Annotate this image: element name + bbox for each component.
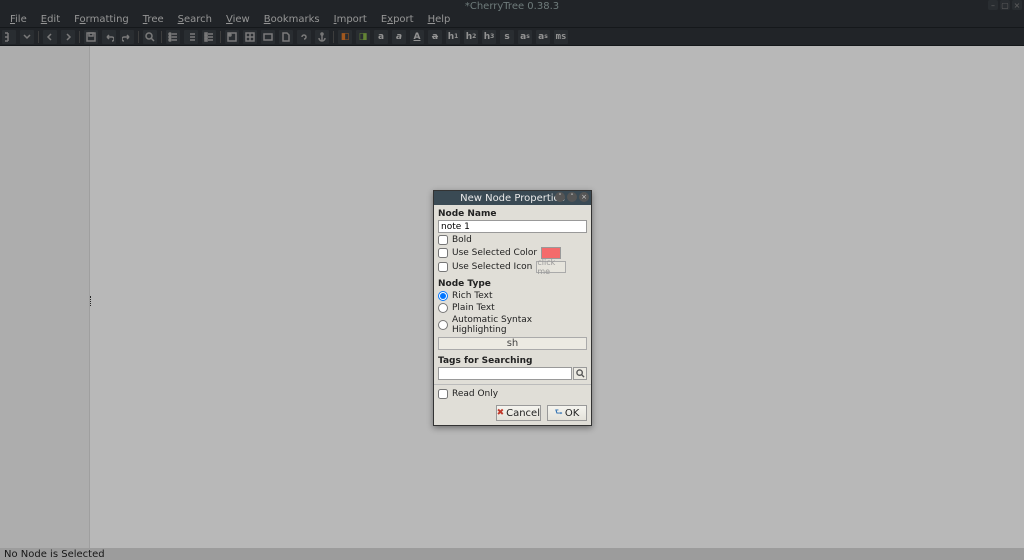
dialog-titlebar[interactable]: New Node Properties ˅ ˄ ×	[434, 191, 591, 205]
save-icon[interactable]	[84, 30, 98, 44]
maximize-icon[interactable]: ▢	[1000, 0, 1010, 10]
nav-back-icon[interactable]	[43, 30, 57, 44]
menu-view[interactable]: View	[220, 13, 256, 26]
node-type-plaintext-radio[interactable]	[438, 303, 448, 313]
icon-picker-button[interactable]: click me	[536, 261, 566, 273]
insert-anchor-icon[interactable]	[315, 30, 329, 44]
menu-search[interactable]: Search	[172, 13, 218, 26]
menu-help[interactable]: Help	[422, 13, 457, 26]
strike-icon[interactable]: a	[428, 30, 442, 44]
ok-icon: ⮑	[555, 405, 563, 421]
cancel-icon: ✖	[497, 408, 505, 418]
menu-tree[interactable]: Tree	[137, 13, 170, 26]
window-titlebar: *CherryTree 0.38.3 – ▢ ×	[0, 0, 1024, 12]
insert-codebox-icon[interactable]	[261, 30, 275, 44]
use-color-label: Use Selected Color	[452, 248, 537, 258]
statusbar: No Node is Selected	[0, 548, 1024, 560]
tags-input[interactable]	[438, 367, 572, 380]
menu-edit[interactable]: Edit	[35, 13, 66, 26]
node-name-input[interactable]	[438, 220, 587, 233]
undo-icon[interactable]	[102, 30, 116, 44]
small-icon[interactable]: s	[500, 30, 514, 44]
close-icon[interactable]: ×	[1012, 0, 1022, 10]
list-bullet-icon[interactable]	[166, 30, 180, 44]
insert-link-icon[interactable]	[297, 30, 311, 44]
redo-icon[interactable]	[120, 30, 134, 44]
cancel-button[interactable]: ✖ Cancel	[496, 405, 541, 421]
insert-image-icon[interactable]	[225, 30, 239, 44]
node-type-richtext-label: Rich Text	[452, 291, 492, 301]
nav-forward-icon[interactable]	[61, 30, 75, 44]
dialog-close-icon[interactable]: ×	[579, 192, 589, 202]
dialog-title: New Node Properties	[460, 193, 565, 204]
use-icon-checkbox[interactable]	[438, 262, 448, 272]
h3-icon[interactable]: h3	[482, 30, 496, 44]
subscript-icon[interactable]: as	[536, 30, 550, 44]
list-number-icon[interactable]	[184, 30, 198, 44]
toolbar-tree-icon[interactable]	[2, 30, 16, 44]
italic-icon[interactable]: a	[392, 30, 406, 44]
minimize-icon[interactable]: –	[988, 0, 998, 10]
node-type-syntax-radio[interactable]	[438, 320, 448, 330]
bold-label: Bold	[452, 235, 472, 245]
use-color-checkbox[interactable]	[438, 248, 448, 258]
insert-table-icon[interactable]	[243, 30, 257, 44]
readonly-checkbox[interactable]	[438, 389, 448, 399]
node-type-label: Node Type	[438, 279, 587, 289]
bold-icon[interactable]: a	[374, 30, 388, 44]
node-name-label: Node Name	[438, 209, 587, 219]
menu-bookmarks[interactable]: Bookmarks	[258, 13, 326, 26]
menu-file[interactable]: File	[4, 13, 33, 26]
search-icon[interactable]	[143, 30, 157, 44]
dialog-maximize-icon[interactable]: ˄	[567, 192, 577, 202]
menubar: File Edit Formatting Tree Search View Bo…	[0, 12, 1024, 28]
tags-search-button[interactable]	[573, 367, 587, 380]
new-node-dialog: New Node Properties ˅ ˄ × Node Name Bold…	[433, 190, 592, 426]
monospace-icon[interactable]: ms	[554, 30, 568, 44]
underline-icon[interactable]: A	[410, 30, 424, 44]
chevron-down-icon[interactable]	[20, 30, 34, 44]
node-type-richtext-radio[interactable]	[438, 291, 448, 301]
dialog-minimize-icon[interactable]: ˅	[555, 192, 565, 202]
superscript-icon[interactable]: as	[518, 30, 532, 44]
menu-formatting[interactable]: Formatting	[68, 13, 135, 26]
statusbar-message: No Node is Selected	[4, 549, 105, 560]
use-icon-label: Use Selected Icon	[452, 262, 532, 272]
bold-checkbox[interactable]	[438, 235, 448, 245]
text-caret	[90, 296, 91, 306]
insert-file-icon[interactable]	[279, 30, 293, 44]
color-fg-icon[interactable]: ◧	[338, 30, 352, 44]
readonly-label: Read Only	[452, 389, 498, 399]
toolbar: ◧ ◨ a a A a h1 h2 h3 s as as ms	[0, 28, 1024, 46]
ok-button[interactable]: ⮑ OK	[547, 405, 587, 421]
tree-gutter	[0, 46, 90, 548]
list-todo-icon[interactable]	[202, 30, 216, 44]
h2-icon[interactable]: h2	[464, 30, 478, 44]
tags-label: Tags for Searching	[438, 356, 587, 366]
menu-import[interactable]: Import	[328, 13, 373, 26]
h1-icon[interactable]: h1	[446, 30, 460, 44]
syntax-combo[interactable]: sh	[438, 337, 587, 350]
window-title: *CherryTree 0.38.3	[465, 1, 559, 12]
node-type-plaintext-label: Plain Text	[452, 303, 495, 313]
menu-export[interactable]: Export	[375, 13, 420, 26]
color-bg-icon[interactable]: ◨	[356, 30, 370, 44]
node-type-syntax-label: Automatic Syntax Highlighting	[452, 315, 587, 335]
dialog-separator	[434, 384, 591, 385]
